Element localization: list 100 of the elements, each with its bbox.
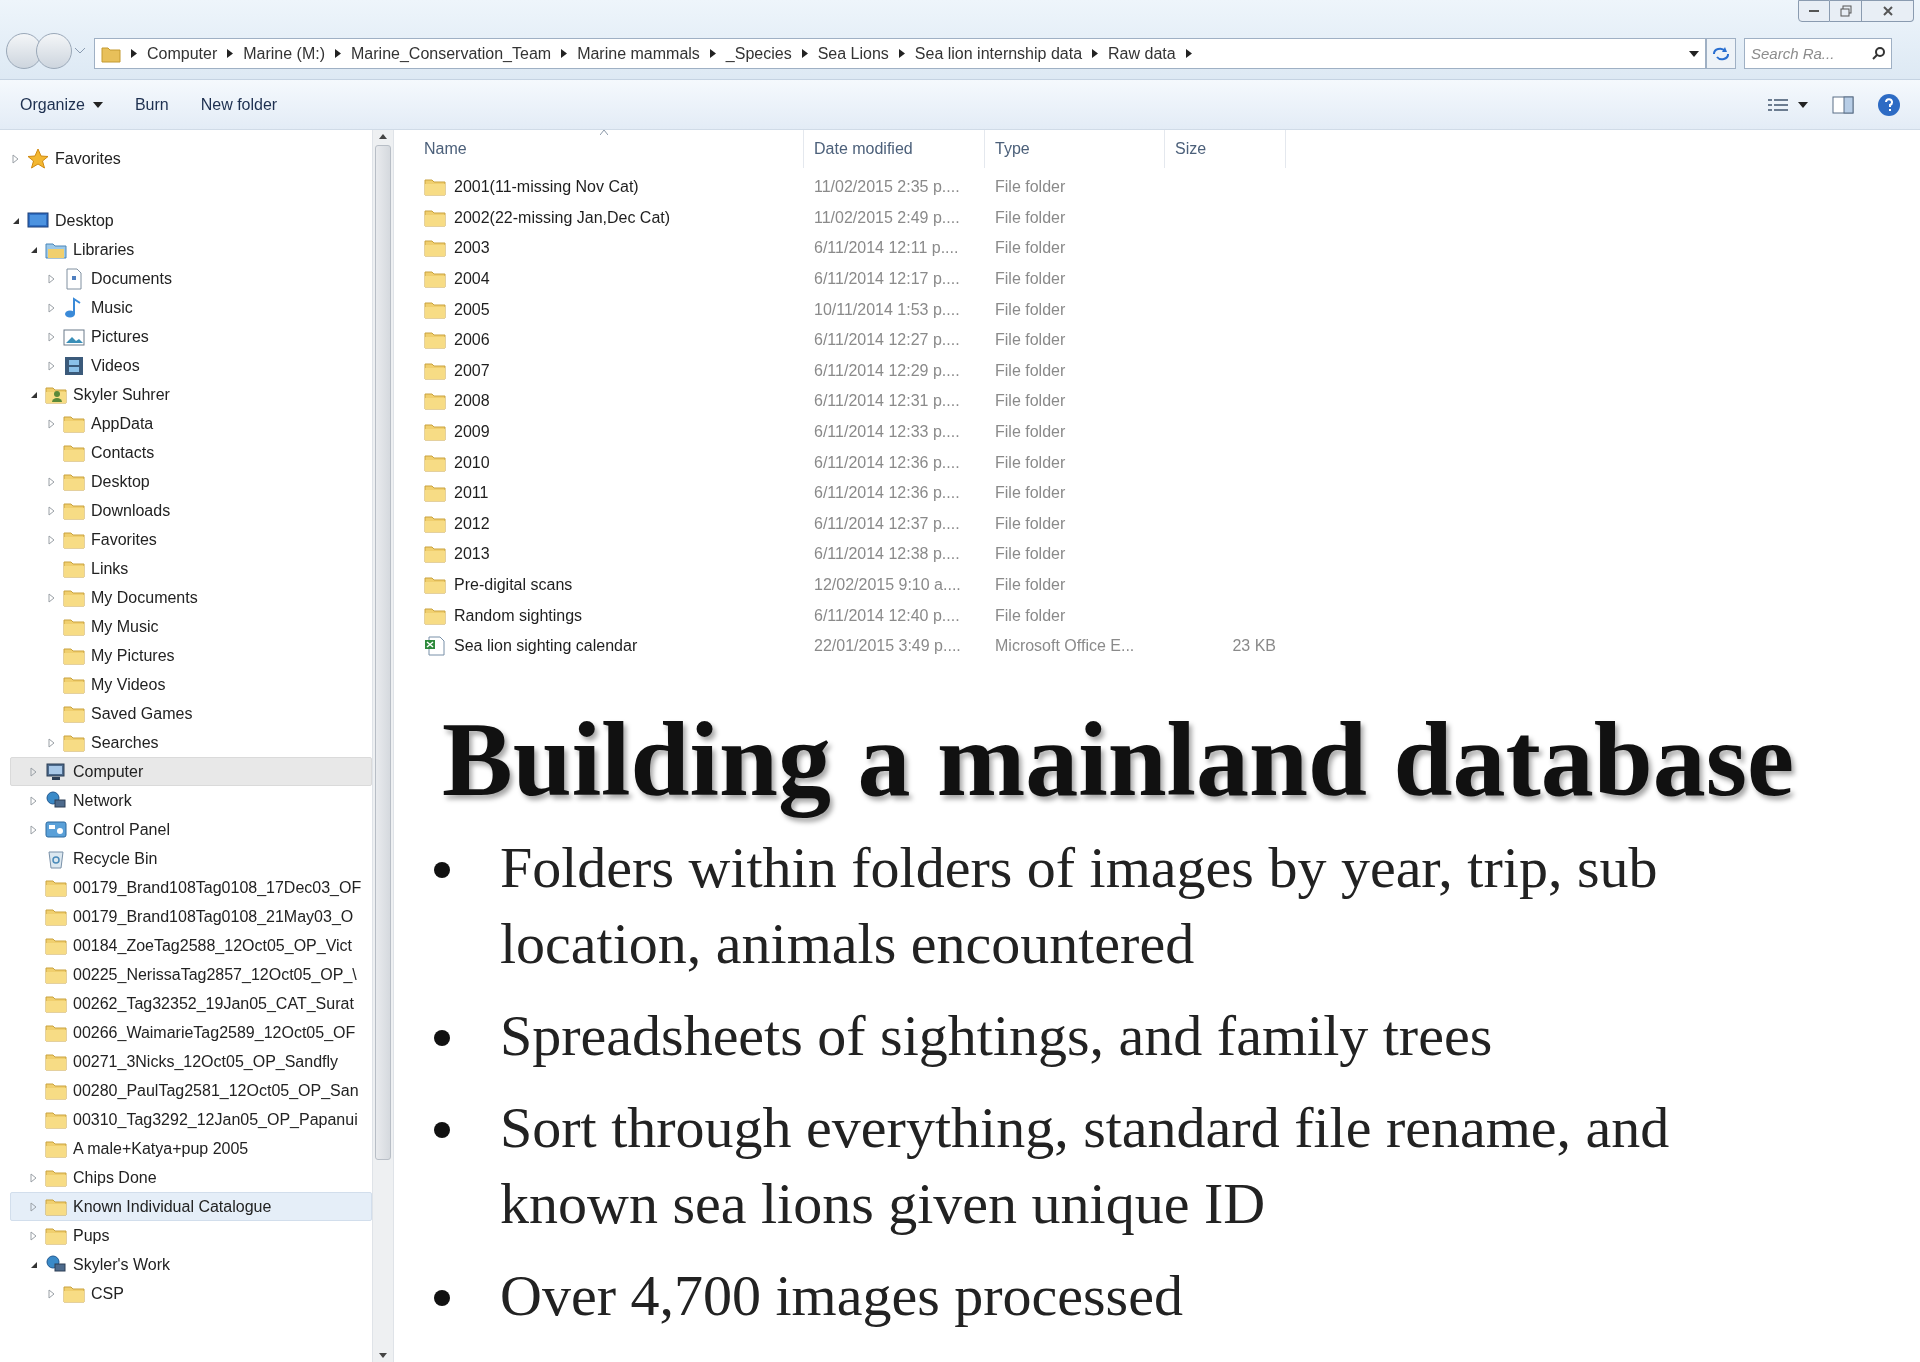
collapsed-caret-icon[interactable]	[29, 1230, 39, 1241]
file-row[interactable]: 2001(11-missing Nov Cat) 11/02/2015 2:35 p.... File folder	[394, 172, 1920, 203]
tree-item[interactable]: Known Individual Catalogue	[10, 1192, 372, 1221]
file-row[interactable]: 2002(22-missing Jan,Dec Cat) 11/02/2015 2:49 p.... File folder	[394, 202, 1920, 234]
collapsed-caret-icon[interactable]	[47, 534, 57, 545]
tree-item[interactable]: 00280_PaulTag2581_12Oct05_OP_San	[10, 1076, 372, 1105]
breadcrumb-item[interactable]: Marine mammals	[577, 41, 700, 66]
collapsed-caret-icon[interactable]	[47, 476, 57, 487]
collapsed-caret-icon[interactable]	[29, 1172, 39, 1183]
tree-item[interactable]: My Videos	[10, 670, 372, 699]
tree-item[interactable]: Links	[10, 554, 372, 583]
file-row[interactable]: 2011 6/11/2014 12:36 p.... File folder	[394, 477, 1920, 509]
scroll-up-arrow-icon[interactable]	[379, 134, 387, 139]
column-header[interactable]: Name	[394, 130, 804, 168]
recent-pages-caret-icon[interactable]	[74, 47, 86, 55]
tree-item[interactable]: My Documents	[10, 583, 372, 612]
tree-item[interactable]: Desktop	[10, 467, 372, 496]
tree-item[interactable]: CSP	[10, 1279, 372, 1308]
tree-item[interactable]: AppData	[10, 409, 372, 438]
toolbar-button[interactable]: Organize	[14, 88, 109, 121]
file-row[interactable]: 2006 6/11/2014 12:27 p.... File folder	[394, 324, 1920, 356]
toolbar-button[interactable]: Burn	[128, 88, 175, 121]
tree-item[interactable]: Network	[10, 786, 372, 815]
tree-item[interactable]: Chips Done	[10, 1163, 372, 1192]
collapsed-caret-icon[interactable]	[47, 331, 57, 342]
tree-item[interactable]: 00179_Brand108Tag0108_21May03_O	[10, 902, 372, 931]
tree-item[interactable]: 00184_ZoeTag2588_12Oct05_OP_Vict	[10, 931, 372, 960]
tree-item[interactable]: 00310_Tag3292_12Jan05_OP_Papanui	[10, 1105, 372, 1134]
tree-item[interactable]: Documents	[10, 264, 372, 293]
tree-item[interactable]: Pictures	[10, 322, 372, 351]
toolbar-button[interactable]: New folder	[194, 88, 284, 121]
collapsed-caret-icon[interactable]	[47, 273, 57, 284]
view-options-button[interactable]	[1768, 97, 1808, 112]
collapsed-caret-icon[interactable]	[47, 737, 57, 748]
tree-item[interactable]: Control Panel	[10, 815, 372, 844]
tree-item[interactable]: 00271_3Nicks_12Oct05_OP_Sandfly	[10, 1047, 372, 1076]
column-header[interactable]: Size	[1165, 130, 1286, 168]
collapsed-caret-icon[interactable]	[47, 418, 57, 429]
breadcrumb-item[interactable]: Computer	[147, 41, 218, 66]
help-button[interactable]	[1878, 93, 1900, 116]
collapsed-caret-icon[interactable]	[29, 766, 39, 777]
scroll-down-arrow-icon[interactable]	[379, 1353, 387, 1358]
collapsed-caret-icon[interactable]	[29, 795, 39, 806]
breadcrumb-item[interactable]: Marine_Conservation_Team	[351, 41, 552, 66]
collapsed-caret-icon[interactable]	[47, 302, 57, 313]
collapsed-caret-icon[interactable]	[29, 1201, 39, 1212]
tree-item[interactable]: Computer	[10, 757, 372, 786]
tree-item[interactable]: Videos	[10, 351, 372, 380]
column-header[interactable]: Date modified	[804, 130, 985, 168]
collapsed-caret-icon[interactable]	[47, 360, 57, 371]
tree-item[interactable]: Skyler's Work	[10, 1250, 372, 1279]
file-row[interactable]: 2005 10/11/2014 1:53 p.... File folder	[394, 294, 1920, 325]
forward-button[interactable]	[36, 33, 72, 69]
file-row[interactable]: Random sightings 6/11/2014 12:40 p.... File folder	[394, 600, 1920, 631]
tree-item[interactable]: Libraries	[10, 235, 372, 264]
tree-item[interactable]: My Pictures	[10, 641, 372, 670]
collapsed-caret-icon[interactable]	[47, 505, 57, 516]
breadcrumb-item[interactable]: Sea Lions	[817, 41, 889, 66]
breadcrumb-item[interactable]: Raw data	[1108, 41, 1176, 66]
file-row[interactable]: 2010 6/11/2014 12:36 p.... File folder	[394, 447, 1920, 478]
close-button[interactable]	[1862, 0, 1914, 22]
tree-item[interactable]: A male+Katya+pup 2005	[10, 1134, 372, 1163]
tree-item[interactable]: Recycle Bin	[10, 844, 372, 873]
tree-item[interactable]: Favorites	[10, 144, 372, 173]
file-row[interactable]: 2003 6/11/2014 12:11 p.... File folder	[394, 233, 1920, 264]
breadcrumb-item[interactable]: _Species	[725, 41, 792, 66]
tree-item[interactable]: 00262_Tag32352_19Jan05_CAT_Surat	[10, 989, 372, 1018]
breadcrumb-item[interactable]: Sea lion internship data	[914, 41, 1083, 66]
scrollbar[interactable]	[372, 130, 394, 1362]
collapsed-caret-icon[interactable]	[47, 592, 57, 603]
tree-item[interactable]: Desktop	[10, 206, 372, 235]
refresh-button[interactable]	[1706, 38, 1736, 69]
collapsed-caret-icon[interactable]	[11, 153, 21, 164]
minimize-button[interactable]	[1798, 0, 1830, 22]
tree-item[interactable]: Music	[10, 293, 372, 322]
search-field[interactable]: Search Ra...	[1744, 38, 1892, 69]
chevron-icon[interactable]	[227, 49, 234, 58]
tree-item[interactable]: Contacts	[10, 438, 372, 467]
breadcrumb-item[interactable]: Marine (M:)	[243, 41, 326, 66]
tree-item[interactable]: Saved Games	[10, 699, 372, 728]
chevron-icon[interactable]	[561, 49, 568, 58]
tree-item[interactable]: 00179_Brand108Tag0108_17Dec03_OF	[10, 873, 372, 902]
chevron-icon[interactable]	[1185, 49, 1192, 58]
tree-item[interactable]: Pups	[10, 1221, 372, 1250]
chevron-icon[interactable]	[335, 49, 342, 58]
tree-item[interactable]: 00266_WaimarieTag2589_12Oct05_OF	[10, 1018, 372, 1047]
column-header[interactable]: Type	[985, 130, 1165, 168]
chevron-icon[interactable]	[801, 49, 808, 58]
collapsed-caret-icon[interactable]	[29, 824, 39, 835]
tree-item[interactable]: My Music	[10, 612, 372, 641]
file-row[interactable]: 2013 6/11/2014 12:38 p.... File folder	[394, 539, 1920, 570]
file-row[interactable]: Sea lion sighting calendar 22/01/2015 3:49 p.... Microsoft Office E... 23 KB	[394, 630, 1920, 662]
file-row[interactable]: Pre-digital scans 12/02/2015 9:10 a.... File folder	[394, 569, 1920, 601]
file-row[interactable]: 2009 6/11/2014 12:33 p.... File folder	[394, 416, 1920, 448]
chevron-icon[interactable]	[131, 49, 137, 58]
tree-item[interactable]: Downloads	[10, 496, 372, 525]
collapsed-caret-icon[interactable]	[47, 1288, 57, 1299]
file-row[interactable]: 2008 6/11/2014 12:31 p.... File folder	[394, 386, 1920, 417]
tree-item[interactable]: 00225_NerissaTag2857_12Oct05_OP_\	[10, 960, 372, 989]
file-row[interactable]: 2007 6/11/2014 12:29 p.... File folder	[394, 355, 1920, 387]
